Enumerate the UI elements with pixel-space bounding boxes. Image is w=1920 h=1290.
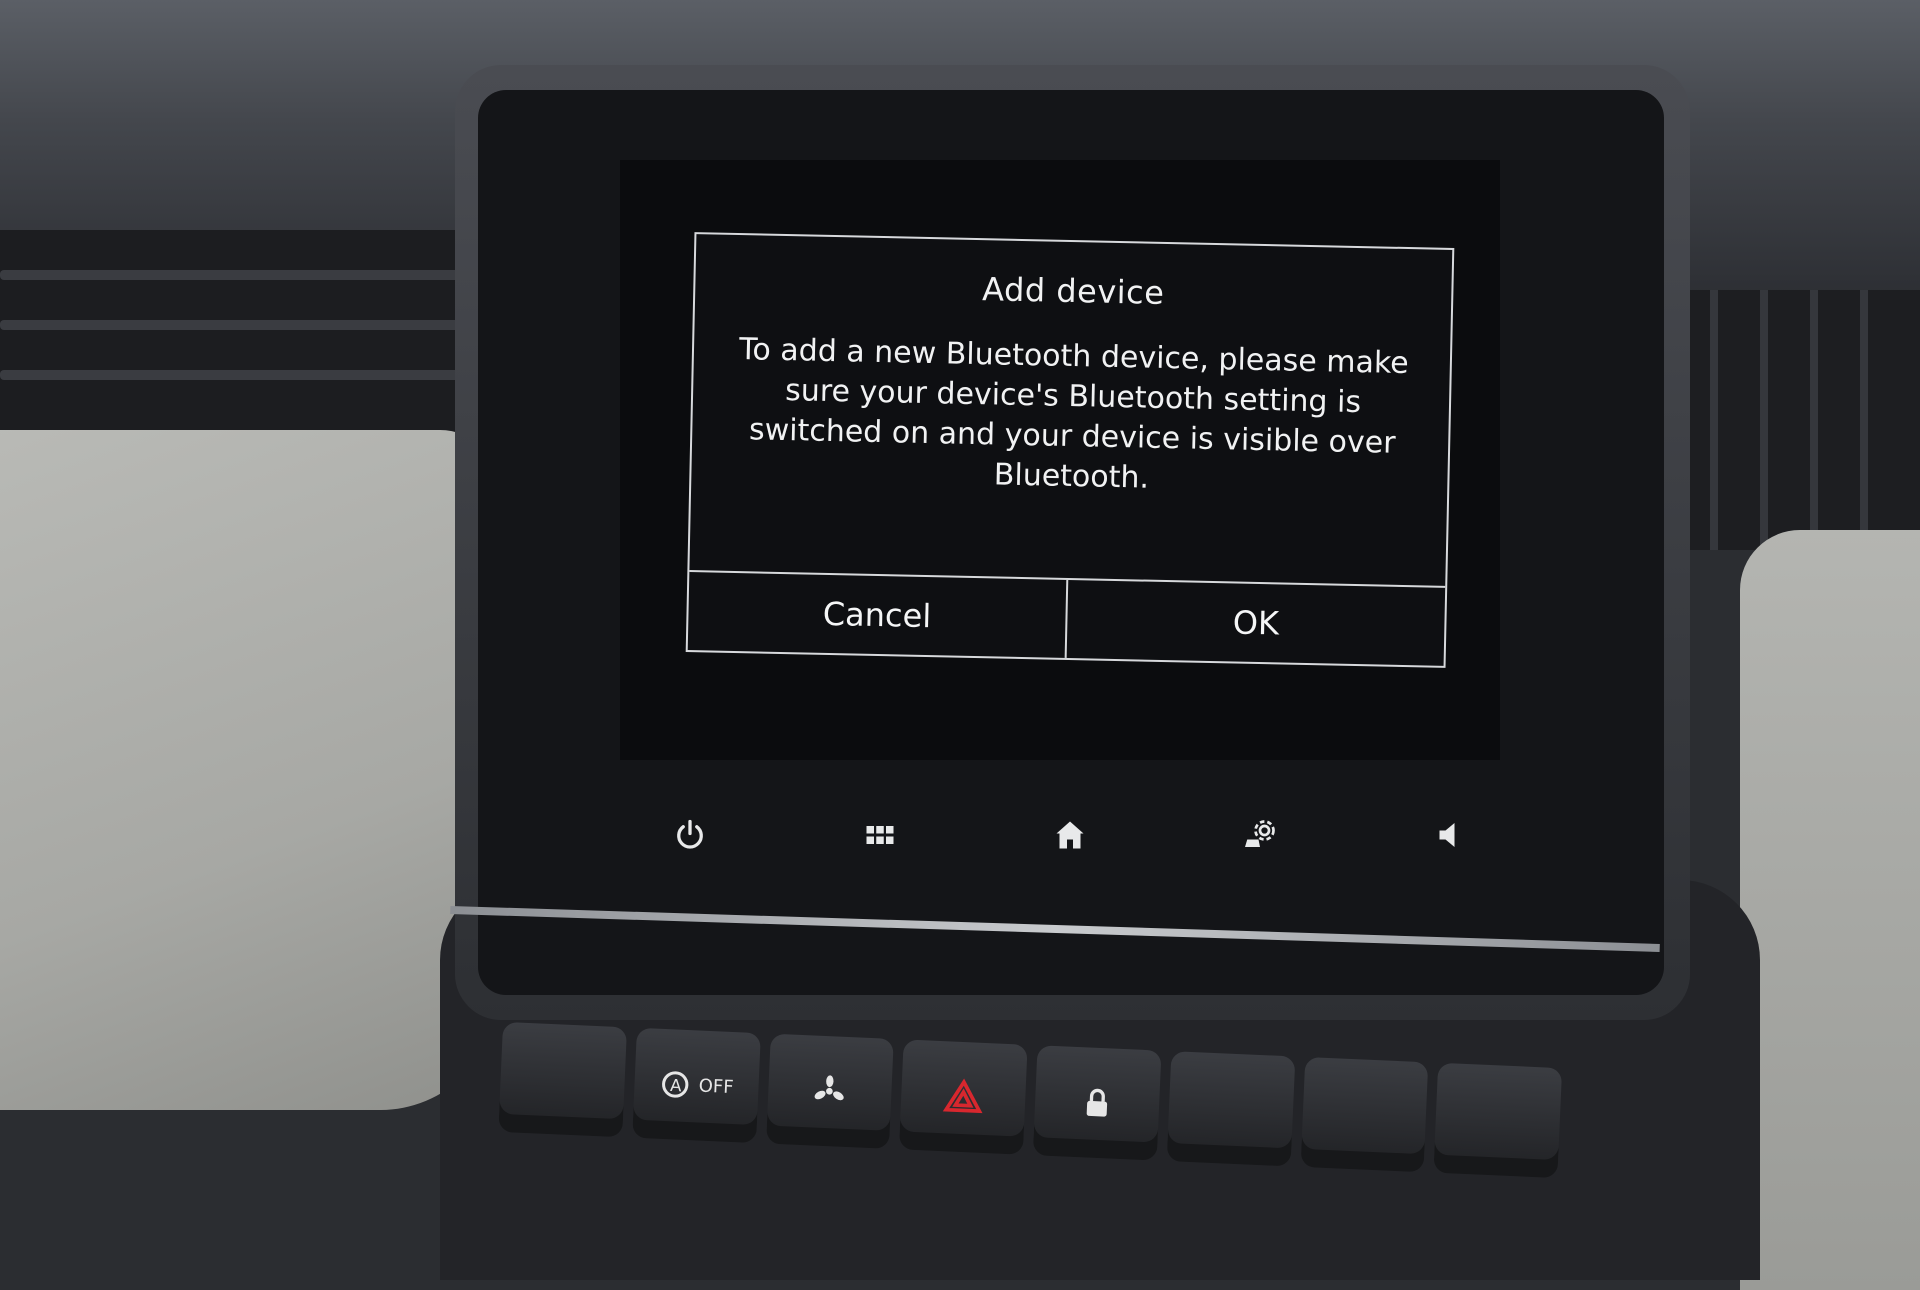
dialog-message: To add a new Bluetooth device, please ma… <box>738 332 1410 496</box>
dialog-button-row: Cancel OK <box>687 570 1446 666</box>
vehicle-settings-icon <box>1245 820 1275 847</box>
blank-button[interactable] <box>1300 1056 1429 1173</box>
dashboard-trim-right <box>1740 530 1920 1290</box>
dialog-title: Add device <box>981 270 1165 312</box>
vent-slat <box>1760 290 1768 550</box>
blank-button[interactable] <box>1166 1051 1295 1167</box>
home-icon <box>1056 821 1084 849</box>
apps-grid-icon <box>866 826 894 844</box>
fan-icon <box>815 1075 845 1101</box>
vehicle-settings-button[interactable] <box>1230 805 1290 865</box>
svg-text:A: A <box>670 1076 683 1096</box>
auto-stop-off-button[interactable]: A OFF <box>631 1027 761 1144</box>
vent-slat <box>1710 290 1718 550</box>
power-button[interactable] <box>660 805 720 865</box>
lock-icon <box>1086 1088 1107 1117</box>
apps-button[interactable] <box>850 805 910 865</box>
bottom-icon-bar <box>620 790 1520 880</box>
vent-slat <box>0 270 520 280</box>
volume-button[interactable] <box>1420 805 1480 865</box>
dashboard-trim-left <box>0 430 500 1110</box>
home-button[interactable] <box>1040 805 1100 865</box>
auto-stop-off-label: OFF <box>698 1075 735 1098</box>
power-icon <box>677 819 703 849</box>
vent-slat <box>0 320 520 330</box>
right-air-vent <box>1680 290 1920 550</box>
door-lock-button[interactable] <box>1032 1045 1162 1161</box>
blank-button[interactable] <box>498 1021 627 1138</box>
cancel-button[interactable]: Cancel <box>688 572 1067 658</box>
vent-slat <box>0 370 520 380</box>
fan-button[interactable] <box>765 1033 894 1149</box>
auto-stop-off-icon: A <box>662 1071 689 1098</box>
vent-slat <box>1810 290 1818 550</box>
vent-slat <box>1860 290 1868 550</box>
hazard-icon <box>942 1078 983 1114</box>
ok-button[interactable]: OK <box>1064 579 1446 666</box>
volume-icon <box>1439 823 1455 847</box>
hazard-button[interactable] <box>899 1039 1028 1155</box>
blank-button[interactable] <box>1433 1062 1563 1179</box>
add-device-dialog: Add device To add a new Bluetooth device… <box>685 232 1455 668</box>
